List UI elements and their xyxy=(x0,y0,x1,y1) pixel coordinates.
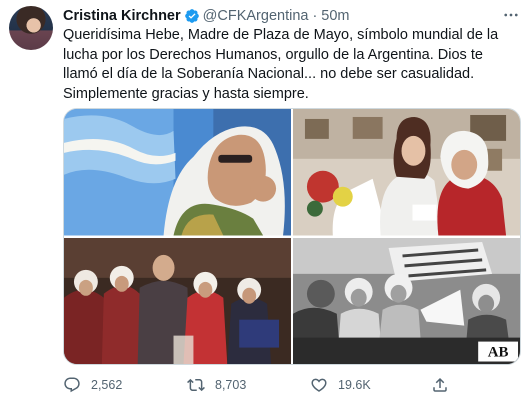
media-photo-1[interactable] xyxy=(64,109,291,236)
author-handle[interactable]: @CFKArgentina xyxy=(203,8,309,24)
tweet[interactable]: Cristina Kirchner @CFKArgentina · 50m Qu… xyxy=(0,0,532,406)
header-separator: · xyxy=(312,8,318,24)
retweet-button[interactable]: 8,703 xyxy=(187,376,246,394)
verified-badge-icon xyxy=(184,8,200,24)
protest-sign-text: AB xyxy=(488,344,509,360)
tweet-text: Queridísima Hebe, Madre de Plaza de Mayo… xyxy=(63,27,499,102)
photo-4-image: AB xyxy=(293,237,520,364)
media-photo-4[interactable]: AB xyxy=(293,237,520,364)
retweet-count: 8,703 xyxy=(215,378,247,392)
reply-count: 2,562 xyxy=(91,378,123,392)
tweet-header: Cristina Kirchner @CFKArgentina · 50m xyxy=(63,6,350,26)
photo-1-image xyxy=(64,109,291,236)
tweet-timestamp[interactable]: 50m xyxy=(321,8,349,24)
tweet-actions: 2,562 8,703 19.6K xyxy=(63,374,523,396)
photo-3-image xyxy=(64,237,291,364)
media-photo-3[interactable] xyxy=(64,237,291,364)
photo-2-image xyxy=(293,109,520,236)
like-button[interactable]: 19.6K xyxy=(310,376,371,394)
like-count: 19.6K xyxy=(338,378,371,392)
share-icon xyxy=(433,377,447,392)
more-options-icon[interactable] xyxy=(500,6,522,24)
media-grid: AB xyxy=(63,108,521,365)
media-photo-2[interactable] xyxy=(293,109,520,236)
author-display-name[interactable]: Cristina Kirchner xyxy=(63,8,181,24)
author-avatar[interactable] xyxy=(9,6,53,50)
retweet-icon xyxy=(187,378,205,392)
reply-button[interactable]: 2,562 xyxy=(63,376,122,394)
reply-icon xyxy=(64,377,80,393)
heart-icon xyxy=(311,378,327,392)
share-button[interactable] xyxy=(431,376,459,394)
